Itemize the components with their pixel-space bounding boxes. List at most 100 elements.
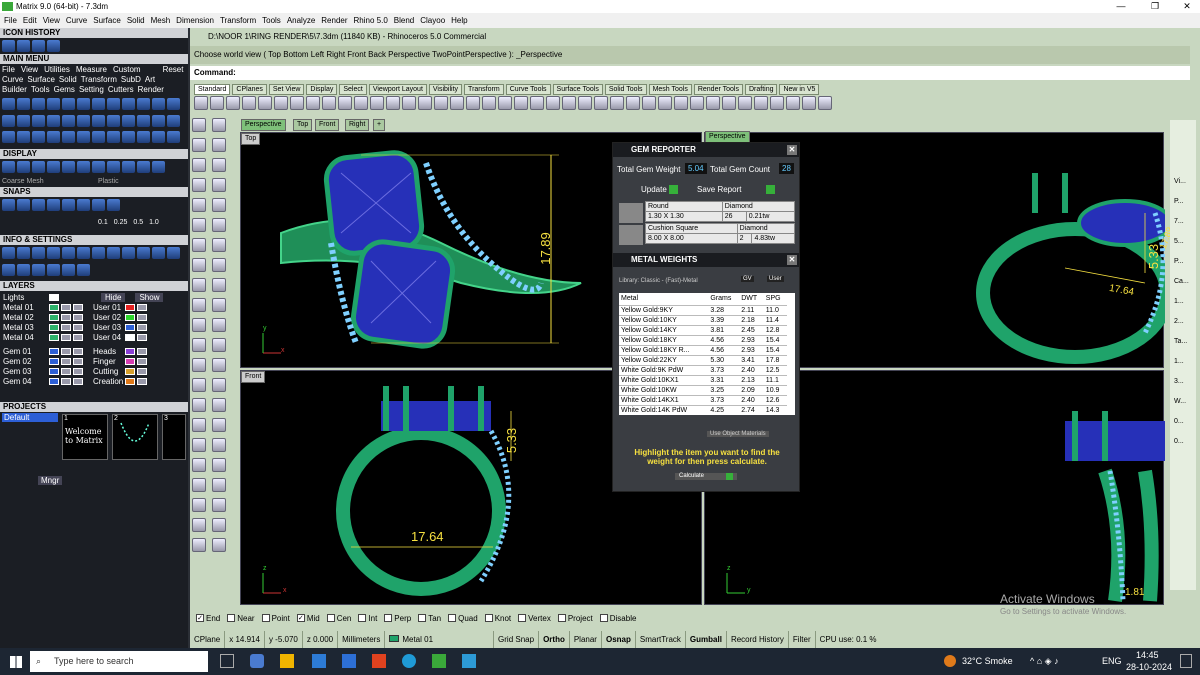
user-button[interactable]: User — [767, 276, 784, 282]
rhino-tool-icon[interactable] — [212, 398, 226, 412]
update-button[interactable]: Update — [641, 185, 679, 195]
brave-browser-icon[interactable] — [372, 654, 386, 668]
standard-tool-icon[interactable] — [258, 96, 272, 110]
layer-color-swatch[interactable] — [49, 368, 59, 375]
eye-icon[interactable] — [73, 348, 83, 355]
standard-tool-icon[interactable] — [642, 96, 656, 110]
matrix-taskbar-icon[interactable] — [432, 654, 446, 668]
col-spg[interactable]: SPG — [763, 293, 787, 306]
snap-icon[interactable] — [62, 199, 75, 211]
mm-art[interactable]: Art — [145, 75, 155, 84]
menu-dimension[interactable]: Dimension — [176, 13, 214, 28]
close-button[interactable]: ✕ — [1176, 0, 1198, 13]
rhino-tool-icon[interactable] — [192, 518, 206, 532]
lock-icon[interactable] — [137, 314, 147, 321]
osnap-knot[interactable]: Knot — [484, 613, 511, 623]
display-mode-icon[interactable] — [32, 161, 45, 173]
display-header[interactable]: DISPLAY — [0, 149, 188, 159]
tool-icon[interactable] — [107, 114, 120, 127]
rhino-tool-icon[interactable] — [212, 258, 226, 272]
standard-tool-icon[interactable] — [754, 96, 768, 110]
standard-tool-icon[interactable] — [322, 96, 336, 110]
tool-icon[interactable] — [92, 131, 105, 144]
save-report-button[interactable]: Save Report — [697, 185, 775, 195]
display-mode-icon[interactable] — [122, 161, 135, 173]
rhino-tool-icon[interactable] — [192, 118, 206, 132]
dock-item[interactable]: Ta... — [1174, 338, 1187, 345]
layer-row[interactable]: Gem 04 Creation — [3, 377, 147, 386]
weather-icon[interactable] — [944, 655, 956, 667]
tool-icon[interactable] — [167, 131, 180, 144]
tool-icon[interactable] — [137, 131, 150, 144]
menu-edit[interactable]: Edit — [23, 13, 37, 28]
tool-icon[interactable] — [137, 114, 150, 127]
standard-tool-icon[interactable] — [482, 96, 496, 110]
tool-icon[interactable] — [47, 114, 60, 127]
user-layer-swatch[interactable] — [125, 348, 135, 355]
tool-icon[interactable] — [2, 98, 15, 110]
taskbar-app-icon[interactable] — [402, 654, 416, 668]
tool-icon[interactable] — [122, 114, 135, 127]
rhino-tool-icon[interactable] — [192, 478, 206, 492]
display-mode-icon[interactable] — [47, 161, 60, 173]
taskbar-search-box[interactable]: ⌕ Type here to search — [30, 651, 208, 672]
windows-start-icon[interactable] — [10, 656, 22, 668]
standard-tool-icon[interactable] — [242, 96, 256, 110]
checkbox-icon[interactable] — [484, 614, 493, 622]
rhino-tool-icon[interactable] — [192, 238, 206, 252]
user-layer-swatch[interactable] — [125, 304, 135, 311]
gem-reporter-close-icon[interactable]: ✕ — [787, 145, 797, 155]
rhino-tool-icon[interactable] — [192, 538, 206, 552]
language-indicator[interactable]: ENG — [1102, 656, 1122, 666]
layer-row[interactable]: Metal 03 User 03 — [3, 323, 147, 332]
mm-builder[interactable]: Builder — [2, 85, 27, 94]
lock-icon[interactable] — [61, 348, 71, 355]
status-gumball[interactable]: Gumball — [684, 631, 726, 648]
osnap-quad[interactable]: Quad — [448, 613, 478, 623]
command-line[interactable]: Command: — [190, 66, 1190, 80]
checkbox-icon[interactable] — [261, 614, 270, 622]
menu-rhino5[interactable]: Rhino 5.0 — [354, 13, 388, 28]
menu-help[interactable]: Help — [451, 13, 467, 28]
mm-view[interactable]: View — [21, 65, 38, 74]
snap-icon[interactable] — [77, 199, 90, 211]
history-tool-icon[interactable] — [32, 40, 45, 52]
tool-icon[interactable] — [77, 114, 90, 127]
standard-tool-icon[interactable] — [226, 96, 240, 110]
display-mesh-mode[interactable]: Coarse Mesh — [2, 178, 44, 185]
osnap-vertex[interactable]: Vertex — [518, 613, 551, 623]
rhino-tool-icon[interactable] — [192, 378, 206, 392]
standard-tool-icon[interactable] — [818, 96, 832, 110]
tab-right[interactable]: Right — [345, 119, 370, 131]
main-menu-header[interactable]: MAIN MENU — [0, 54, 188, 64]
history-tool-icon[interactable] — [47, 40, 60, 52]
standard-tool-icon[interactable] — [370, 96, 384, 110]
project-default[interactable]: Default — [2, 413, 58, 422]
rhino-tool-icon[interactable] — [192, 458, 206, 472]
tool-icon[interactable] — [62, 131, 75, 144]
layer-color-swatch[interactable] — [49, 324, 59, 331]
rhino-tool-icon[interactable] — [212, 238, 226, 252]
tool-icon[interactable] — [62, 98, 75, 110]
calculate-button[interactable]: Calculate — [675, 473, 737, 480]
rhino-tool-icon[interactable] — [192, 498, 206, 512]
metal-row[interactable]: Yellow Gold:22KY 5.30 3.41 17.8 — [619, 355, 787, 366]
eye-icon[interactable] — [73, 334, 83, 341]
menu-mesh[interactable]: Mesh — [151, 13, 171, 28]
dock-item[interactable]: W... — [1174, 398, 1186, 405]
lock-icon[interactable] — [61, 314, 71, 321]
rhino-tool-icon[interactable] — [192, 338, 206, 352]
dock-item[interactable]: 1... — [1174, 298, 1184, 305]
standard-tool-icon[interactable] — [722, 96, 736, 110]
menu-file[interactable]: File — [4, 13, 17, 28]
standard-tool-icon[interactable] — [210, 96, 224, 110]
rhino-tool-icon[interactable] — [212, 198, 226, 212]
history-tool-icon[interactable] — [2, 40, 15, 52]
eye-icon[interactable] — [73, 358, 83, 365]
rhino-tool-icon[interactable] — [192, 218, 206, 232]
metal-row[interactable]: White Gold:9K PdW 3.73 2.40 12.5 — [619, 365, 787, 376]
layers-show-button[interactable]: Show — [135, 293, 164, 302]
status-layer[interactable]: Metal 01 — [384, 631, 437, 648]
rhino-tool-icon[interactable] — [212, 158, 226, 172]
standard-tool-icon[interactable] — [386, 96, 400, 110]
